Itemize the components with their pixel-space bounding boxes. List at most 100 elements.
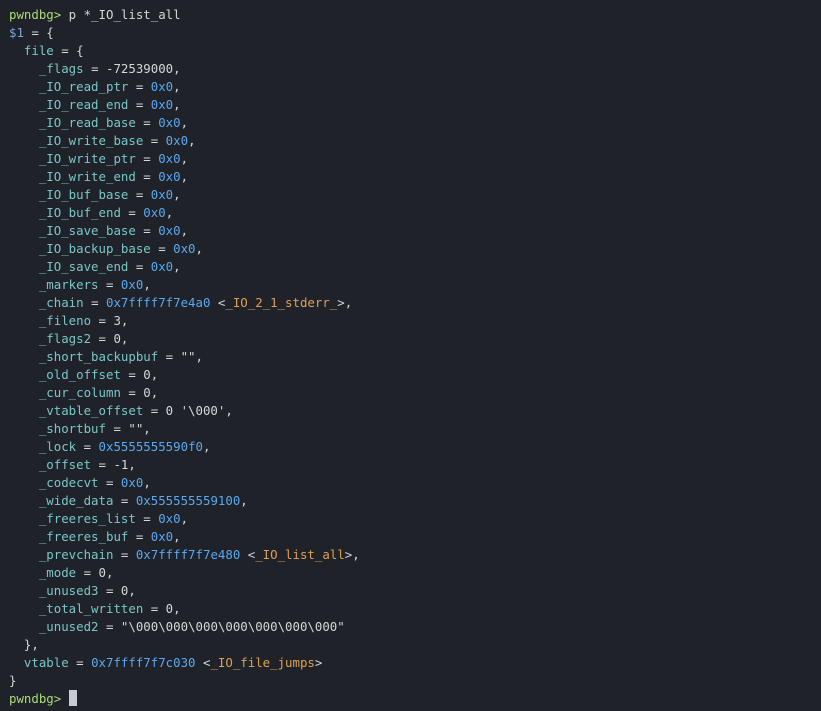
command-line: pwndbg> p *_IO_list_all xyxy=(9,6,821,24)
field-name: _shortbuf xyxy=(38,421,106,436)
file-struct-header: file = { xyxy=(23,43,84,58)
field-row: _cur_column = 0, xyxy=(38,385,159,400)
field-value: 0 xyxy=(113,331,121,346)
close-brace: } xyxy=(9,673,17,688)
file-close-brace: }, xyxy=(23,637,39,652)
field-list: _flags = -72539000, _IO_read_ptr = 0x0, … xyxy=(9,60,821,636)
result-variable: $1 xyxy=(9,25,24,40)
field-name: _IO_backup_base xyxy=(38,241,151,256)
field-value: -1 xyxy=(113,457,129,472)
field-row: _freeres_list = 0x0, xyxy=(38,511,189,526)
field-name: _markers xyxy=(38,277,99,292)
field-name: _flags xyxy=(38,61,84,76)
field-value: 0x0 xyxy=(120,475,144,490)
field-name: _IO_save_base xyxy=(38,223,136,238)
field-value: 0 xyxy=(143,367,151,382)
field-row: _flags = -72539000, xyxy=(38,61,181,76)
field-value: 3 xyxy=(113,313,121,328)
field-value: 0x0 xyxy=(150,187,174,202)
field-value: 0x555555559100 xyxy=(135,493,241,508)
field-value: 0x0 xyxy=(158,115,181,130)
field-value: "" xyxy=(180,349,196,364)
command-text: p *_IO_list_all xyxy=(61,7,181,22)
field-value: 0x5555555590f0 xyxy=(98,439,203,454)
open-brace: = { xyxy=(23,25,54,40)
field-symbol: _IO_list_all xyxy=(255,547,345,562)
field-row: _markers = 0x0, xyxy=(38,277,151,292)
field-value: "\000\000\000\000\000\000\000" xyxy=(120,619,345,634)
field-name: _lock xyxy=(38,439,77,454)
field-row: _IO_buf_end = 0x0, xyxy=(38,205,174,220)
field-name: _IO_save_end xyxy=(38,259,129,274)
text-cursor[interactable] xyxy=(68,690,77,706)
field-name: _freeres_list xyxy=(38,511,136,526)
field-value: 0x0 xyxy=(150,97,174,112)
field-row: _codecvt = 0x0, xyxy=(38,475,151,490)
field-row: _chain = 0x7ffff7f7e4a0 <_IO_2_1_stderr_… xyxy=(38,295,353,310)
prompt: pwndbg> xyxy=(9,7,62,22)
field-row: _unused2 = "\000\000\000\000\000\000\000… xyxy=(38,619,345,634)
field-row: _IO_write_end = 0x0, xyxy=(38,169,189,184)
field-row: _old_offset = 0, xyxy=(38,367,159,382)
field-name: _fileno xyxy=(38,313,92,328)
field-row: _IO_save_base = 0x0, xyxy=(38,223,189,238)
field-name: _mode xyxy=(38,565,77,580)
field-value: 0 xyxy=(98,565,107,580)
field-row: _offset = -1, xyxy=(38,457,136,472)
field-name: _IO_buf_end xyxy=(38,205,121,220)
field-name: _total_written xyxy=(38,601,144,616)
input-line[interactable]: pwndbg> xyxy=(9,690,821,708)
field-value: 0x0 xyxy=(150,529,174,544)
field-row: _IO_backup_base = 0x0, xyxy=(38,241,203,256)
field-name: _IO_buf_base xyxy=(38,187,129,202)
field-row: _total_written = 0, xyxy=(38,601,181,616)
field-name: _old_offset xyxy=(38,367,121,382)
field-value: 0x0 xyxy=(158,223,181,238)
field-value: 0x0 xyxy=(158,511,181,526)
field-name: _unused2 xyxy=(38,619,99,634)
field-value: 0 '\000' xyxy=(165,403,226,418)
vtable-name: vtable xyxy=(23,655,69,670)
field-name: _flags2 xyxy=(38,331,92,346)
field-name: _IO_read_ptr xyxy=(38,79,129,94)
field-row: _IO_write_base = 0x0, xyxy=(38,133,196,148)
field-row: _prevchain = 0x7ffff7f7e480 <_IO_list_al… xyxy=(38,547,360,562)
field-name: _IO_write_ptr xyxy=(38,151,136,166)
terminal-window[interactable]: pwndbg> p *_IO_list_all $1 = { file = { … xyxy=(0,0,821,711)
result-close: } xyxy=(9,672,821,690)
field-value: 0x0 xyxy=(150,79,174,94)
field-row: _unused3 = 0, xyxy=(38,583,136,598)
field-value: 0x0 xyxy=(165,133,189,148)
field-name: _wide_data xyxy=(38,493,114,508)
field-value: 0x0 xyxy=(120,277,144,292)
result-header: $1 = { xyxy=(9,24,821,42)
vtable-line: vtable = 0x7ffff7f7c030 <_IO_file_jumps> xyxy=(23,655,323,670)
field-row: _flags2 = 0, xyxy=(38,331,129,346)
field-name: _codecvt xyxy=(38,475,99,490)
field-name: _IO_read_end xyxy=(38,97,129,112)
field-name: _IO_write_end xyxy=(38,169,136,184)
vtable-address: 0x7ffff7f7c030 xyxy=(91,655,196,670)
field-value: 0x0 xyxy=(150,259,174,274)
field-value: -72539000 xyxy=(106,61,174,76)
field-name: _short_backupbuf xyxy=(38,349,159,364)
field-value: 0x0 xyxy=(143,205,166,220)
field-name: _prevchain xyxy=(38,547,114,562)
field-row: _IO_buf_base = 0x0, xyxy=(38,187,181,202)
field-name: _vtable_offset xyxy=(38,403,144,418)
final-prompt: pwndbg> xyxy=(9,691,62,706)
field-name: _unused3 xyxy=(38,583,99,598)
field-name: _freeres_buf xyxy=(38,529,129,544)
field-symbol: _IO_2_1_stderr_ xyxy=(225,295,338,310)
field-row: _mode = 0, xyxy=(38,565,114,580)
field-value: 0x0 xyxy=(158,151,181,166)
field-value: "" xyxy=(128,421,144,436)
file-struct-close: }, xyxy=(9,636,821,654)
field-row: _IO_write_ptr = 0x0, xyxy=(38,151,189,166)
field-value: 0x0 xyxy=(173,241,196,256)
file-key: file xyxy=(23,43,54,58)
field-row: _vtable_offset = 0 '\000', xyxy=(38,403,233,418)
field-name: _IO_read_base xyxy=(38,115,136,130)
field-name: _cur_column xyxy=(38,385,121,400)
field-row: _shortbuf = "", xyxy=(38,421,151,436)
